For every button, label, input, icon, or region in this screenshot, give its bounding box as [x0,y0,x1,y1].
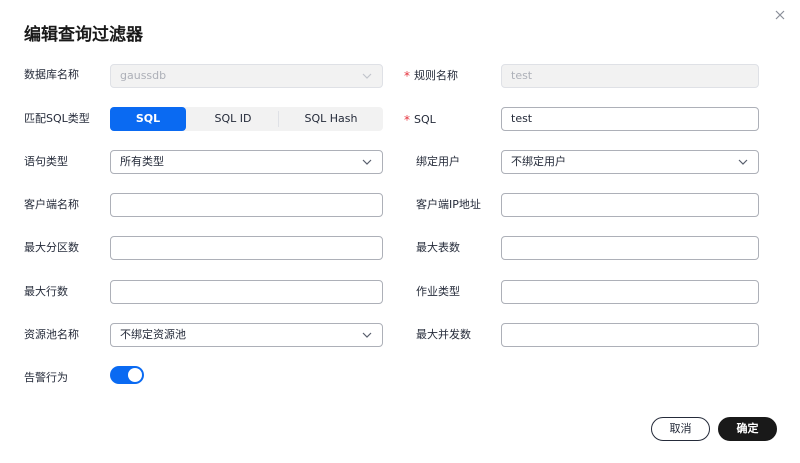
sql-label-text: SQL [414,113,436,126]
chevron-down-icon [362,332,372,338]
required-mark: * [404,113,410,127]
sql-label: * SQL [404,112,436,127]
chevron-down-icon [362,73,372,79]
bind-user-value: 不绑定用户 [511,155,566,168]
database-value: gaussdb [120,69,167,82]
bind-user-label: 绑定用户 [416,155,460,168]
max-concurrency-input[interactable] [501,323,759,347]
client-name-label: 客户端名称 [24,198,79,211]
sql-type-option-sql-id[interactable]: SQL ID [188,107,278,131]
job-type-input[interactable] [501,280,759,304]
statement-type-select[interactable]: 所有类型 [110,150,383,174]
resource-pool-value: 不绑定资源池 [120,328,186,341]
max-tables-label: 最大表数 [416,241,460,254]
client-ip-label: 客户端IP地址 [416,198,481,211]
sql-input[interactable]: test [501,107,759,131]
statement-type-value: 所有类型 [120,155,164,168]
client-ip-input[interactable] [501,193,759,217]
max-rows-input[interactable] [110,280,383,304]
max-partitions-label: 最大分区数 [24,241,79,254]
chevron-down-icon [362,159,372,165]
max-tables-input[interactable] [501,236,759,260]
resource-pool-select[interactable]: 不绑定资源池 [110,323,383,347]
database-select: gaussdb [110,64,383,88]
sql-type-option-sql-hash[interactable]: SQL Hash [279,107,383,131]
resource-pool-label: 资源池名称 [24,328,79,341]
edit-query-filter-dialog: 编辑查询过滤器 数据库名称 gaussdb * 规则名称 test 匹配SQL类型… [0,0,800,463]
sql-type-label: 匹配SQL类型 [24,112,90,125]
max-rows-label: 最大行数 [24,285,68,298]
job-type-label: 作业类型 [416,285,460,298]
sql-type-option-sql[interactable]: SQL [110,107,186,131]
alarm-toggle[interactable] [110,366,144,384]
cancel-button[interactable]: 取消 [651,417,710,441]
rule-name-label: * 规则名称 [404,68,458,83]
database-label: 数据库名称 [24,68,79,81]
toggle-knob [128,368,142,382]
dialog-title: 编辑查询过滤器 [24,25,143,45]
bind-user-select[interactable]: 不绑定用户 [501,150,759,174]
alarm-label: 告警行为 [24,371,68,384]
rule-name-label-text: 规则名称 [414,69,458,82]
required-mark: * [404,69,410,83]
max-concurrency-label: 最大并发数 [416,328,471,341]
sql-type-segmented-control: SQL SQL ID SQL Hash [110,107,383,131]
close-icon[interactable] [773,8,787,22]
statement-type-label: 语句类型 [24,155,68,168]
confirm-button[interactable]: 确定 [718,417,777,441]
max-partitions-input[interactable] [110,236,383,260]
rule-name-input: test [501,64,759,88]
chevron-down-icon [738,159,748,165]
client-name-input[interactable] [110,193,383,217]
